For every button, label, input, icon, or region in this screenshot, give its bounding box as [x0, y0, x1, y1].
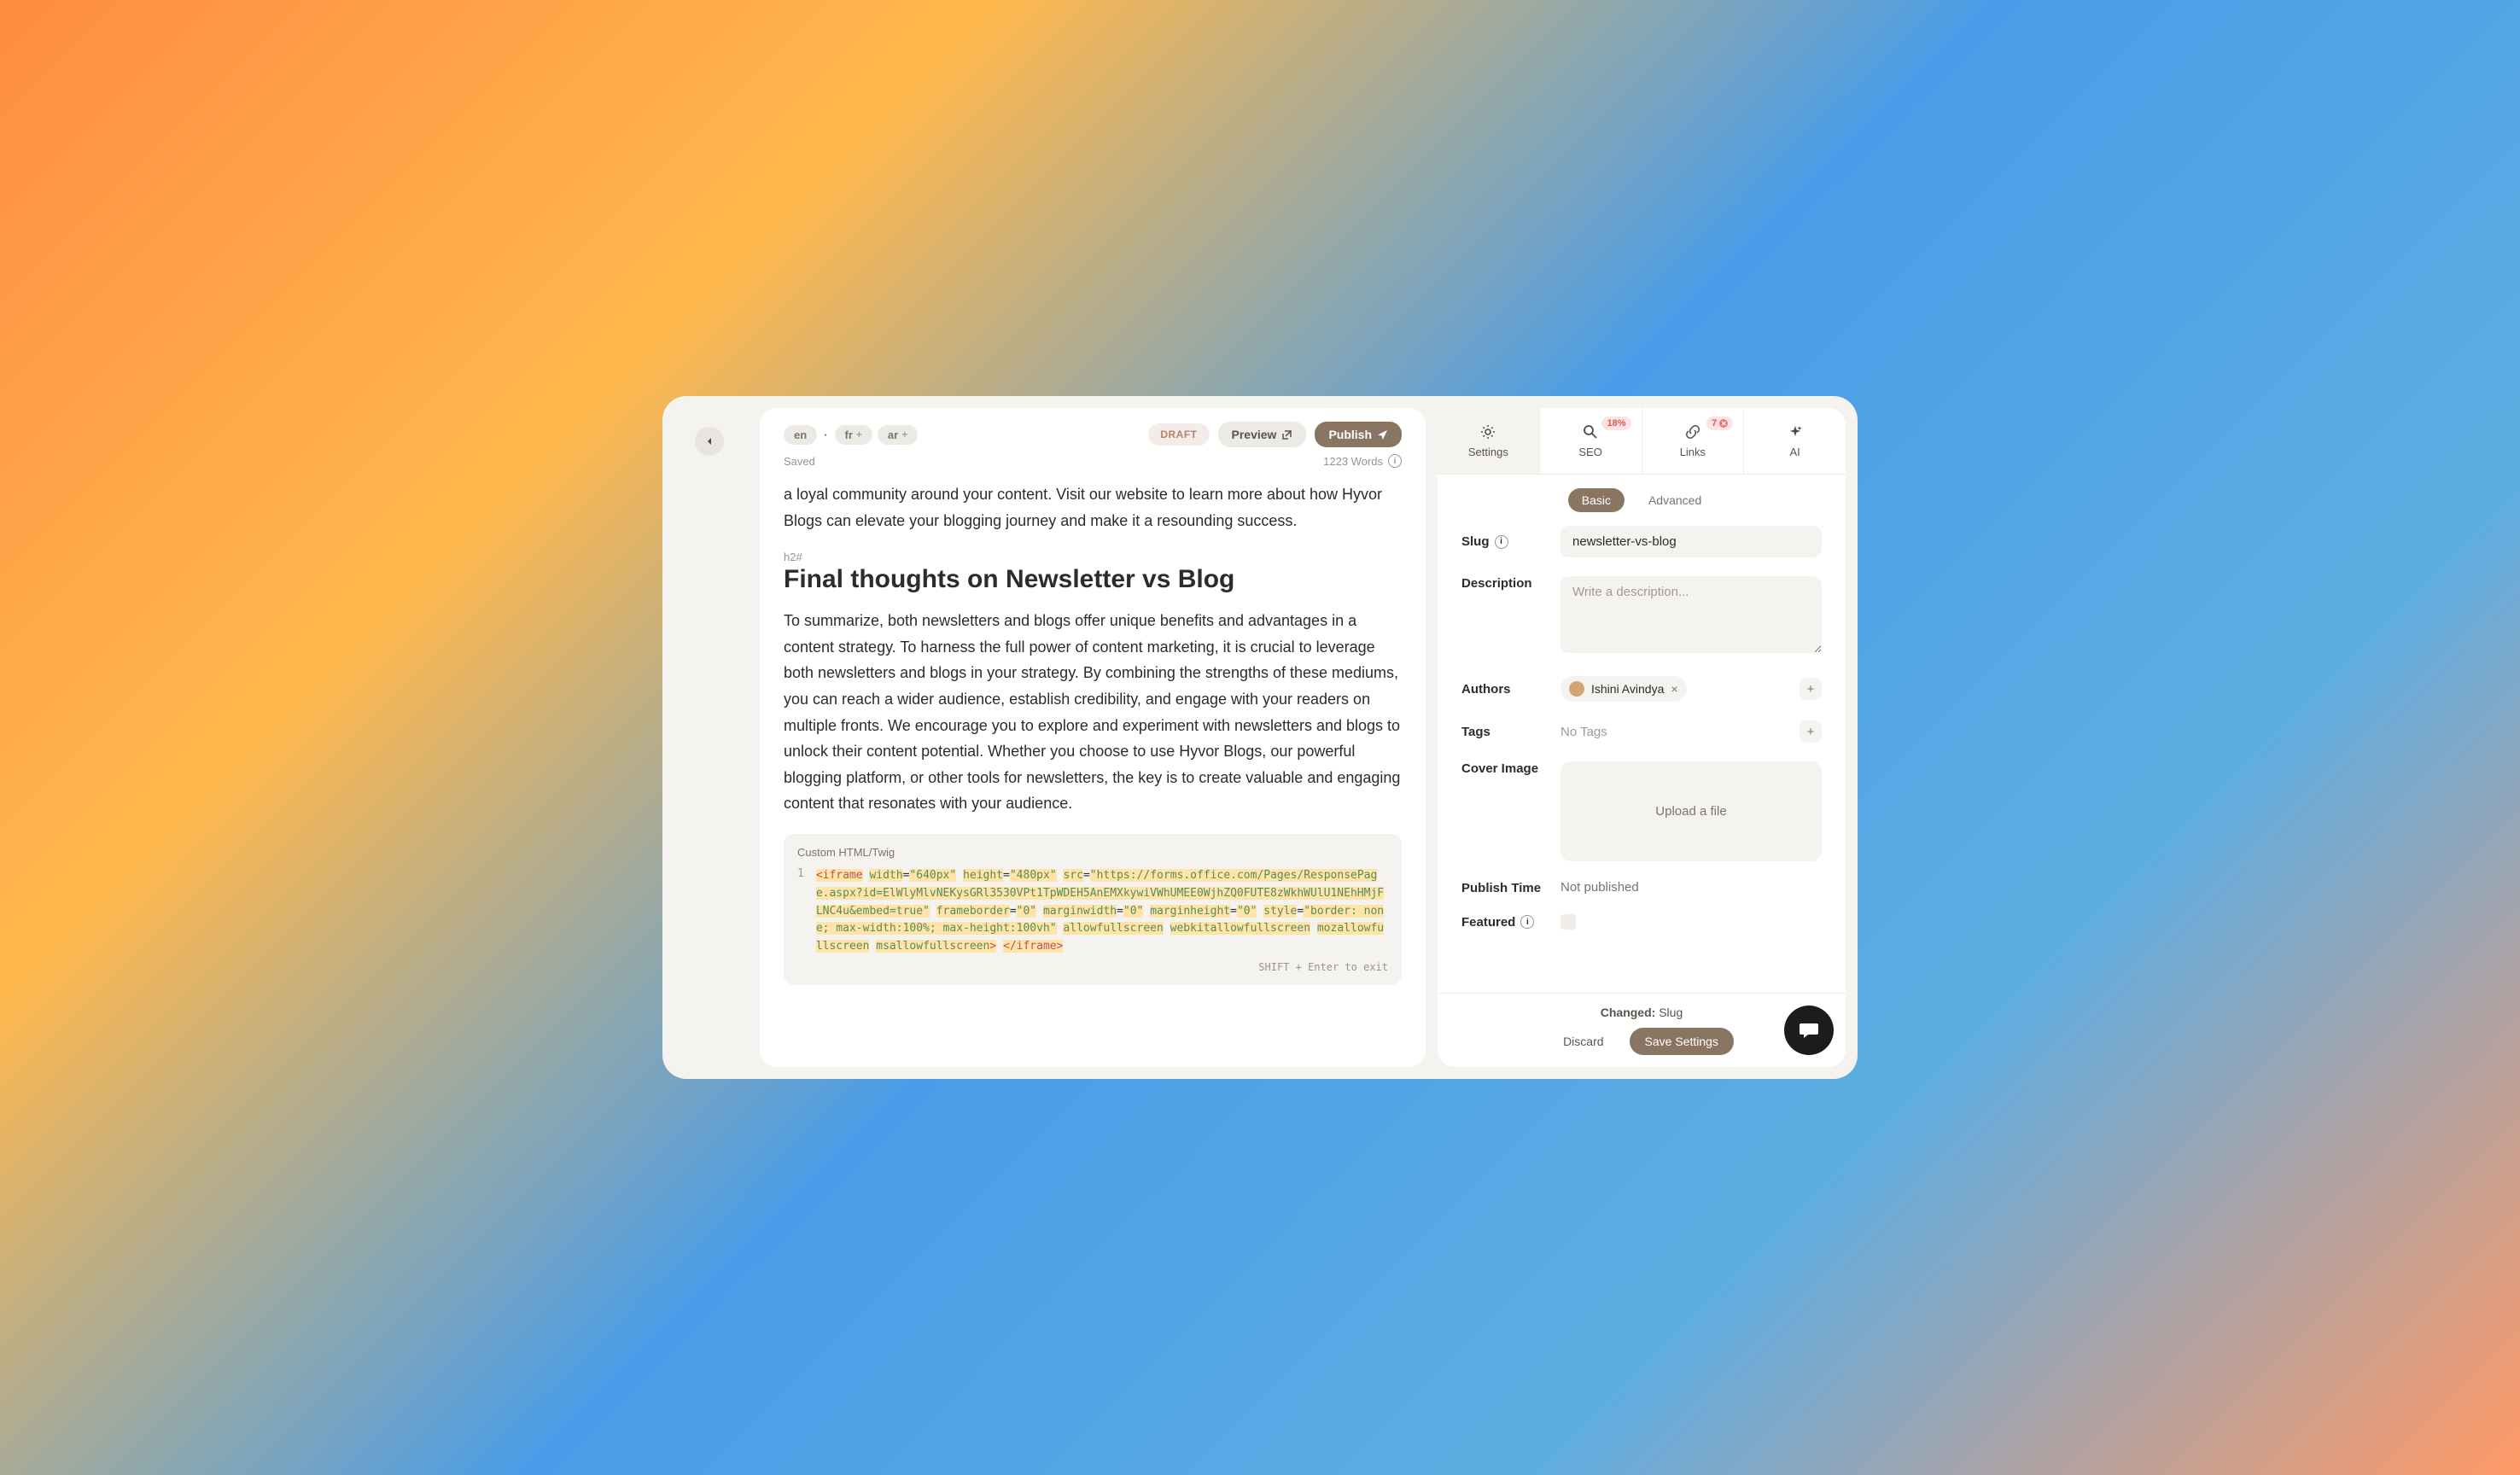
discard-button[interactable]: Discard	[1549, 1028, 1617, 1055]
editor-content[interactable]: a loyal community around your content. V…	[760, 481, 1426, 1067]
code-block[interactable]: Custom HTML/Twig 1 <iframe width="640px"…	[784, 834, 1402, 985]
send-icon	[1377, 429, 1388, 440]
gear-icon	[1479, 423, 1496, 440]
lang-separator: ·	[822, 429, 829, 441]
preview-button[interactable]: Preview	[1218, 422, 1307, 447]
toggle-basic[interactable]: Basic	[1568, 488, 1625, 512]
slug-label: Slug i	[1461, 526, 1547, 557]
featured-toggle[interactable]	[1560, 914, 1576, 930]
save-settings-button[interactable]: Save Settings	[1630, 1028, 1734, 1055]
h2-marker: h2#	[784, 551, 1402, 563]
cover-image-label: Cover Image	[1461, 761, 1547, 776]
info-icon[interactable]: i	[1520, 915, 1534, 929]
authors-label: Authors	[1461, 676, 1547, 702]
toggle-advanced[interactable]: Advanced	[1635, 488, 1715, 512]
description-label: Description	[1461, 576, 1547, 591]
search-icon	[1582, 423, 1599, 440]
lang-tab-en[interactable]: en	[784, 425, 817, 445]
editor-panel: en · fr+ ar+ DRAFT Preview Publish	[760, 408, 1426, 1067]
publish-time-label: Publish Time	[1461, 880, 1547, 895]
info-icon[interactable]: i	[1388, 454, 1402, 468]
back-button[interactable]	[695, 427, 724, 456]
featured-label: Featured i	[1461, 914, 1547, 930]
settings-mode-toggle: Basic Advanced	[1438, 475, 1846, 526]
link-icon	[1684, 423, 1701, 440]
chat-fab[interactable]	[1784, 1006, 1834, 1055]
editor-header: en · fr+ ar+ DRAFT Preview Publish	[760, 408, 1426, 481]
add-author-button[interactable]: +	[1800, 678, 1822, 700]
lang-tab-fr[interactable]: fr+	[835, 425, 872, 445]
code-hint: SHIFT + Enter to exit	[797, 961, 1388, 973]
word-count: 1223 Words i	[1323, 454, 1402, 468]
author-chip: Ishini Avindya ×	[1560, 676, 1687, 702]
language-tabs: en · fr+ ar+	[784, 425, 918, 445]
draft-badge: DRAFT	[1148, 423, 1209, 446]
add-tag-button[interactable]: +	[1800, 720, 1822, 743]
changed-indicator: Changed: Slug	[1601, 1006, 1683, 1019]
body-paragraph[interactable]: To summarize, both newsletters and blogs…	[784, 608, 1402, 817]
chat-icon	[1798, 1019, 1820, 1041]
description-input[interactable]	[1560, 576, 1822, 653]
lang-tab-ar[interactable]: ar+	[878, 425, 918, 445]
upload-area[interactable]: Upload a file	[1560, 761, 1822, 861]
seo-badge: 18%	[1601, 417, 1630, 430]
tab-seo[interactable]: 18% SEO	[1540, 408, 1642, 474]
tab-ai[interactable]: AI	[1744, 408, 1846, 474]
intro-paragraph[interactable]: a loyal community around your content. V…	[784, 481, 1402, 533]
sidebar-tabs: Settings 18% SEO 7✕ Links AI	[1438, 408, 1846, 475]
section-heading[interactable]: Final thoughts on Newsletter vs Blog	[784, 565, 1402, 594]
code-block-label: Custom HTML/Twig	[797, 846, 1388, 859]
sidebar-panel: Settings 18% SEO 7✕ Links AI	[1438, 408, 1846, 1067]
external-link-icon	[1281, 429, 1292, 440]
saved-status: Saved	[784, 455, 815, 468]
slug-input[interactable]	[1560, 526, 1822, 557]
publish-button[interactable]: Publish	[1315, 422, 1402, 447]
links-badge: 7✕	[1706, 417, 1733, 430]
info-icon[interactable]: i	[1495, 535, 1508, 549]
code-text[interactable]: <iframe width="640px" height="480px" src…	[816, 867, 1388, 956]
tags-label: Tags	[1461, 720, 1547, 743]
line-number: 1	[797, 867, 804, 956]
publish-time-value: Not published	[1560, 880, 1639, 895]
sparkle-icon	[1787, 423, 1804, 440]
tab-links[interactable]: 7✕ Links	[1642, 408, 1745, 474]
remove-author-button[interactable]: ×	[1671, 682, 1677, 696]
avatar	[1569, 681, 1584, 697]
no-tags-text: No Tags	[1560, 725, 1607, 739]
caret-left-icon	[704, 436, 715, 446]
x-icon: ✕	[1719, 419, 1728, 428]
tab-settings[interactable]: Settings	[1438, 408, 1540, 474]
